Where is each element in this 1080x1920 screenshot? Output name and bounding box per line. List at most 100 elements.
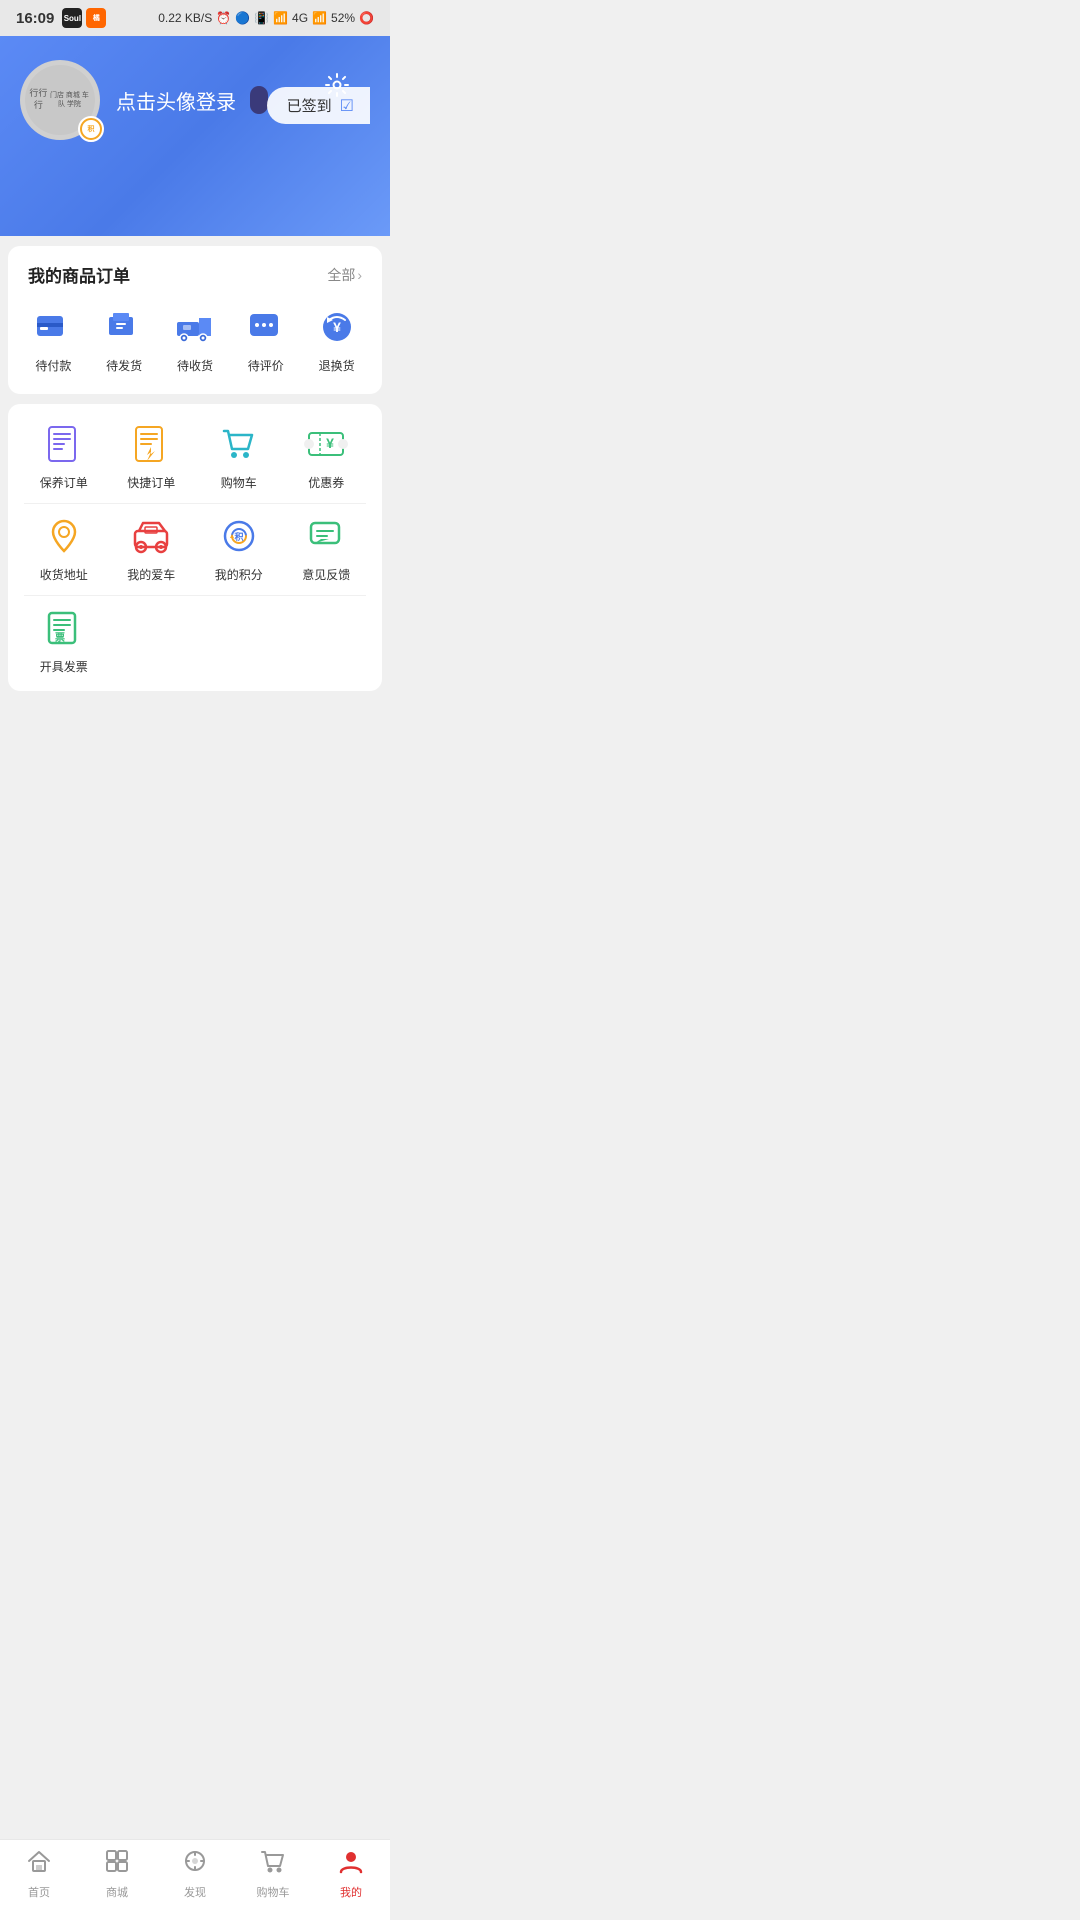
svg-text:¥: ¥ bbox=[326, 435, 334, 451]
order-label-pending-payment: 待付款 bbox=[35, 357, 71, 374]
divider2 bbox=[24, 595, 366, 596]
sign-in-text: 已签到 bbox=[287, 95, 332, 116]
service-maintenance-order[interactable]: 保养订单 bbox=[24, 424, 104, 491]
nav-label-profile: 我的 bbox=[340, 1884, 362, 1900]
my-points-icon: 积 bbox=[217, 516, 261, 556]
signal2-icon: 📶 bbox=[312, 11, 327, 25]
orders-header: 我的商品订单 全部 › bbox=[8, 246, 382, 299]
svg-text:¥: ¥ bbox=[333, 319, 341, 335]
service-coupon[interactable]: ¥ 优惠券 bbox=[287, 424, 367, 491]
pending-review-icon bbox=[244, 307, 288, 347]
pill-indicator bbox=[250, 86, 268, 114]
service-cart[interactable]: 购物车 bbox=[199, 424, 279, 491]
bluetooth-icon: 🔵 bbox=[235, 11, 250, 25]
user-text: 点击头像登录 bbox=[116, 86, 268, 115]
service-flash-order[interactable]: 快捷订单 bbox=[112, 424, 192, 491]
divider1 bbox=[24, 503, 366, 504]
service-feedback[interactable]: 意见反馈 bbox=[287, 516, 367, 583]
pending-receive-icon bbox=[173, 307, 217, 347]
signal-icon: 📶 bbox=[273, 11, 288, 25]
nav-label-cart: 购物车 bbox=[257, 1884, 290, 1900]
shop-icon bbox=[104, 1848, 130, 1880]
more-label: 全部 bbox=[327, 265, 355, 285]
services-row3: 票 开具发票 bbox=[24, 608, 366, 675]
service-label-cart: 购物车 bbox=[221, 474, 257, 491]
order-icons-row: 待付款 待发货 bbox=[8, 299, 382, 394]
order-item-return[interactable]: ¥ 退换货 bbox=[307, 307, 367, 374]
main-content: 我的商品订单 全部 › 待付款 bbox=[0, 246, 390, 781]
order-item-pending-ship[interactable]: 待发货 bbox=[94, 307, 154, 374]
order-label-pending-ship: 待发货 bbox=[106, 357, 142, 374]
svg-text:票: 票 bbox=[55, 632, 65, 644]
points-label: 积 bbox=[88, 124, 95, 134]
service-label-my-car: 我的爱车 bbox=[127, 566, 175, 583]
orders-card: 我的商品订单 全部 › 待付款 bbox=[8, 246, 382, 394]
chevron-right-icon: › bbox=[357, 267, 362, 283]
maintenance-order-icon bbox=[42, 424, 86, 464]
orders-more-button[interactable]: 全部 › bbox=[327, 265, 362, 285]
return-icon: ¥ bbox=[315, 307, 359, 347]
nav-label-shop: 商城 bbox=[106, 1884, 128, 1900]
feedback-icon bbox=[304, 516, 348, 556]
address-icon bbox=[42, 516, 86, 556]
coupon-icon: ¥ bbox=[304, 424, 348, 464]
nav-item-profile[interactable]: 我的 bbox=[321, 1848, 381, 1900]
sign-in-button[interactable]: 已签到 ☑ bbox=[267, 87, 370, 124]
header-banner: 行行行门店 商城 车队 学院 积 点击头像登录 已签到 ☑ bbox=[0, 36, 390, 236]
order-label-pending-review: 待评价 bbox=[248, 357, 284, 374]
service-address[interactable]: 收货地址 bbox=[24, 516, 104, 583]
profile-icon bbox=[338, 1848, 364, 1880]
nav-label-home: 首页 bbox=[28, 1884, 50, 1900]
order-label-return: 退换货 bbox=[319, 357, 355, 374]
pending-payment-icon bbox=[31, 307, 75, 347]
service-label-flash: 快捷订单 bbox=[127, 474, 175, 491]
pending-ship-icon bbox=[102, 307, 146, 347]
service-label-maintenance: 保养订单 bbox=[40, 474, 88, 491]
status-time: 16:09 bbox=[16, 10, 54, 27]
service-invoice[interactable]: 票 开具发票 bbox=[24, 608, 104, 675]
points-badge: 积 bbox=[78, 116, 104, 142]
vibrate-icon: 📳 bbox=[254, 11, 269, 25]
nav-item-shop[interactable]: 商城 bbox=[87, 1848, 147, 1900]
my-car-icon bbox=[129, 516, 173, 556]
battery-text: 52% bbox=[331, 11, 355, 25]
points-circle: 积 bbox=[80, 118, 102, 140]
services-row1: 保养订单 快捷订单 bbox=[24, 424, 366, 491]
cart-nav-icon bbox=[260, 1848, 286, 1880]
services-card: 保养订单 快捷订单 bbox=[8, 404, 382, 691]
check-icon: ☑ bbox=[340, 96, 354, 116]
order-item-pending-payment[interactable]: 待付款 bbox=[23, 307, 83, 374]
discover-icon bbox=[182, 1848, 208, 1880]
nav-item-discover[interactable]: 发现 bbox=[165, 1848, 225, 1900]
orders-title: 我的商品订单 bbox=[28, 262, 130, 287]
app-icons: Soul 橘 bbox=[62, 8, 106, 28]
network-speed: 0.22 KB/S bbox=[158, 11, 212, 25]
bottom-nav: 首页 商城 发现 bbox=[0, 1839, 390, 1920]
login-prompt[interactable]: 点击头像登录 bbox=[116, 86, 236, 115]
invoice-icon: 票 bbox=[42, 608, 86, 648]
service-label-coupon: 优惠券 bbox=[308, 474, 344, 491]
services-row2: 收货地址 我的爱车 bbox=[24, 516, 366, 583]
avatar-container[interactable]: 行行行门店 商城 车队 学院 积 bbox=[20, 60, 100, 140]
nav-item-cart[interactable]: 购物车 bbox=[243, 1848, 303, 1900]
service-my-points[interactable]: 积 我的积分 bbox=[199, 516, 279, 583]
service-label-my-points: 我的积分 bbox=[215, 566, 263, 583]
4g-icon: 4G bbox=[292, 11, 308, 25]
order-item-pending-review[interactable]: 待评价 bbox=[236, 307, 296, 374]
flash-order-icon bbox=[129, 424, 173, 464]
alarm-icon: ⏰ bbox=[216, 11, 231, 25]
status-icons: 0.22 KB/S ⏰ 🔵 📳 📶 4G 📶 52% ⭕ bbox=[158, 11, 374, 25]
status-bar: 16:09 Soul 橘 0.22 KB/S ⏰ 🔵 📳 📶 4G 📶 52% … bbox=[0, 0, 390, 36]
nav-label-discover: 发现 bbox=[184, 1884, 206, 1900]
service-label-feedback: 意见反馈 bbox=[302, 566, 350, 583]
order-item-pending-receive[interactable]: 待收货 bbox=[165, 307, 225, 374]
home-icon bbox=[26, 1848, 52, 1880]
service-my-car[interactable]: 我的爱车 bbox=[112, 516, 192, 583]
service-label-invoice: 开具发票 bbox=[40, 658, 88, 675]
nav-item-home[interactable]: 首页 bbox=[9, 1848, 69, 1900]
svg-text:积: 积 bbox=[234, 531, 243, 542]
soul-app-icon: Soul bbox=[62, 8, 82, 28]
order-label-pending-receive: 待收货 bbox=[177, 357, 213, 374]
tantan-app-icon: 橘 bbox=[86, 8, 106, 28]
service-cart-icon bbox=[217, 424, 261, 464]
